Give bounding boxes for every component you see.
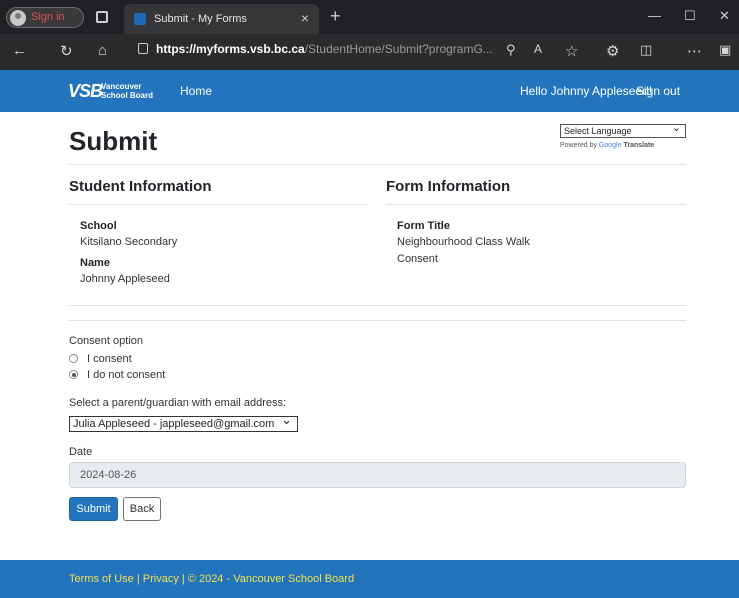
home-link[interactable]: Home [180,84,212,98]
site-header: VSB Vancouver School Board Home Hello Joh… [0,70,739,112]
close-window-icon[interactable]: ✕ [719,8,730,24]
back-button[interactable]: Back [123,497,161,521]
submit-button[interactable]: Submit [69,497,118,521]
powered-by-google: Powered by Google Translate [560,142,655,149]
tab-close-icon[interactable]: × [301,10,309,26]
divider [69,164,686,165]
tab-title: Submit - My Forms [154,13,247,25]
new-tab-icon[interactable]: + [330,6,341,27]
date-field: 2024-08-26 [69,462,686,488]
site-footer: Terms of Use | Privacy | © 2024 - Vancou… [0,560,739,598]
sidebar-icon[interactable]: ▣ [719,42,731,58]
student-info-heading: Student Information [69,178,212,195]
form-title-label: Form Title [397,220,450,232]
back-arrow-icon[interactable]: ← [12,42,27,59]
language-select[interactable]: Select Language [560,122,686,138]
guardian-select-label: Select a parent/guardian with email addr… [69,397,287,409]
zoom-icon[interactable]: ⚲ [506,42,516,58]
name-label: Name [80,257,110,269]
date-label: Date [69,446,93,458]
form-title-value-line1: Neighbourhood Class Walk [397,236,530,248]
logo-text: Vancouver School Board [101,82,154,100]
divider [386,204,686,205]
divider [69,204,367,205]
lock-icon[interactable] [138,43,148,54]
favorite-icon[interactable]: ☆ [565,42,578,60]
tab-actions-icon[interactable] [96,11,108,23]
radio-label[interactable]: I do not consent [87,369,165,381]
read-aloud-icon[interactable]: A [534,42,542,56]
school-value: Kitsilano Secondary [80,236,178,248]
profile-button[interactable]: Sign in [6,7,84,28]
page-title: Submit [69,126,158,156]
minimize-icon[interactable]: — [648,8,661,23]
name-value: Johnny Appleseed [80,273,170,285]
profile-label: Sign in [31,11,65,23]
school-label: School [80,220,117,232]
more-icon[interactable]: ⋯ [687,42,702,60]
browser-address-bar: ← ↻ ⌂ https://myforms.vsb.bc.ca/StudentH… [0,34,739,70]
form-info-heading: Form Information [386,178,511,195]
refresh-icon[interactable]: ↻ [60,42,73,60]
radio-button[interactable] [69,370,78,379]
greeting-link[interactable]: Hello Johnny Appleseed! [520,84,652,98]
consent-option-label: Consent option [69,335,143,347]
home-icon[interactable]: ⌂ [98,42,107,59]
browser-tab-bar: Sign in Submit - My Forms × + — ☐ ✕ [0,0,739,34]
url-field[interactable]: https://myforms.vsb.bc.ca/StudentHome/Su… [156,42,493,56]
divider [69,305,686,306]
maximize-icon[interactable]: ☐ [684,8,696,24]
split-screen-icon[interactable]: ◫ [640,42,652,58]
vsb-logo[interactable]: VSB [68,81,103,102]
footer-links[interactable]: Terms of Use | Privacy | © 2024 - Vancou… [69,573,354,585]
divider [69,320,686,321]
radio-label[interactable]: I consent [87,353,132,365]
form-title-value-line2: Consent [397,253,438,265]
guardian-select[interactable]: Julia Appleseed - jappleseed@gmail.com [69,413,298,432]
radio-button[interactable] [69,354,78,363]
favicon-icon [134,13,146,25]
avatar-icon [10,10,26,26]
signout-link[interactable]: Sign out [636,84,680,98]
tab-submit-my-forms[interactable]: Submit - My Forms × [124,4,319,34]
extensions-icon[interactable]: ⚙ [606,42,619,60]
